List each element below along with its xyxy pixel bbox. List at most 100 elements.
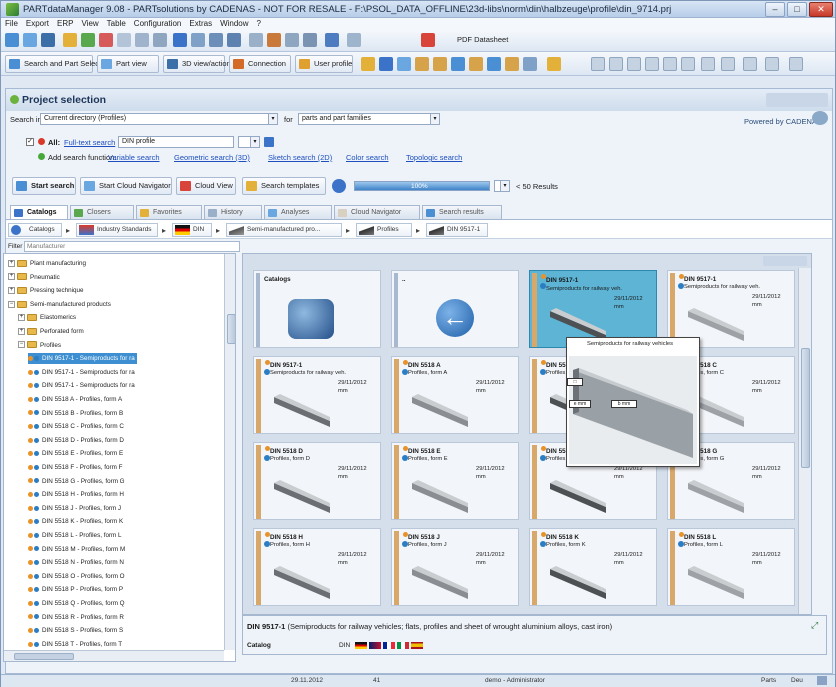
part-card[interactable]: DIN 5518 L Profiles, form L 29/11/2012 mm: [667, 528, 795, 606]
part-card[interactable]: DIN 5518 H Profiles, form H 29/11/2012 mm: [253, 528, 381, 606]
part-card[interactable]: DIN 5518 E Profiles, form E 29/11/2012 mm: [391, 442, 519, 520]
geometric-search-link[interactable]: Geometric search (3D): [174, 153, 250, 162]
menu-configuration[interactable]: Configuration: [130, 18, 186, 29]
tree-part-item[interactable]: DIN 5518 H - Profiles, form H: [28, 489, 124, 500]
tree-part-item[interactable]: DIN 5518 O - Profiles, form O: [28, 571, 125, 582]
crumb-semi-manufactured[interactable]: Semi-manufactured pro...: [226, 223, 342, 237]
window-icon[interactable]: [191, 33, 205, 47]
tab-catalogs[interactable]: Catalogs: [10, 205, 68, 219]
pdf-datasheet-button[interactable]: PDF Datasheet: [439, 32, 529, 50]
tab-search-results[interactable]: Search results: [422, 205, 502, 219]
view-a-icon[interactable]: [591, 57, 605, 71]
menu-help[interactable]: ?: [253, 18, 265, 29]
tree-folder-item[interactable]: − Semi-manufactured products: [8, 299, 111, 310]
view-j-icon[interactable]: [765, 57, 779, 71]
view-k-icon[interactable]: [789, 57, 803, 71]
view-i-icon[interactable]: [743, 57, 757, 71]
crumb-profiles[interactable]: Profiles: [356, 223, 412, 237]
tab-analyses[interactable]: Analyses: [264, 205, 332, 219]
menu-table[interactable]: Table: [103, 18, 130, 29]
panel-controls[interactable]: [766, 93, 828, 107]
expand-toggle-icon[interactable]: +: [8, 259, 15, 267]
results-dropdown[interactable]: ▾: [494, 180, 510, 192]
tool-b-icon[interactable]: [379, 57, 393, 71]
start-search-button[interactable]: Start search: [12, 177, 76, 195]
tree-part-item[interactable]: DIN 5518 Q - Profiles, form Q: [28, 598, 125, 609]
part-card[interactable]: DIN 5518 A Profiles, form A 29/11/2012 mm: [391, 356, 519, 434]
topologic-search-link[interactable]: Topologic search: [406, 153, 462, 162]
tab-closers[interactable]: Closers: [70, 205, 134, 219]
menu-window[interactable]: Window: [216, 18, 252, 29]
search-selection-button[interactable]: Search and Part Selection: [5, 55, 111, 73]
tree-part-item[interactable]: DIN 5518 E - Profiles, form E: [28, 448, 123, 459]
expand-toggle-icon[interactable]: +: [18, 314, 25, 322]
view-d-icon[interactable]: [645, 57, 659, 71]
fulltext-search-input[interactable]: DIN profile: [118, 136, 234, 148]
tree-part-item[interactable]: DIN 5518 K - Profiles, form K: [28, 516, 123, 527]
tree-part-item[interactable]: DIN 5518 R - Profiles, form R: [28, 612, 124, 623]
grid-icon[interactable]: [285, 33, 299, 47]
new-icon[interactable]: [5, 33, 19, 47]
panel-icon[interactable]: [209, 33, 223, 47]
refresh-icon[interactable]: [81, 33, 95, 47]
variable-search-link[interactable]: Variable search: [108, 153, 160, 162]
tree-part-item[interactable]: DIN 5518 L - Profiles, form L: [28, 530, 122, 541]
tree-folder-item[interactable]: + Elastomerics: [18, 312, 76, 323]
tree-hscrollbar[interactable]: [4, 650, 224, 661]
connection-button[interactable]: Connection: [229, 55, 291, 73]
tree-part-item[interactable]: DIN 5518 T - Profiles, form T: [28, 639, 122, 650]
tab-history[interactable]: History: [204, 205, 262, 219]
tree-part-item[interactable]: DIN 9517-1 - Semiproducts for ra: [28, 367, 135, 378]
view-e-icon[interactable]: [663, 57, 677, 71]
tree-folder-item[interactable]: + Pneumatic: [8, 272, 60, 283]
paste-icon[interactable]: [153, 33, 167, 47]
tool-e-icon[interactable]: [433, 57, 447, 71]
part-card[interactable]: DIN 5518 K Profiles, form K 29/11/2012 mm: [529, 528, 657, 606]
cut-icon[interactable]: [135, 33, 149, 47]
measure-icon[interactable]: [267, 33, 281, 47]
part-card[interactable]: DIN 9517-1 Semiproducts for railway veh. 2…: [253, 356, 381, 434]
expand-toggle-icon[interactable]: −: [18, 341, 25, 349]
tree-folder-item[interactable]: + Perforated form: [18, 326, 84, 337]
open-icon[interactable]: [63, 33, 77, 47]
crumb-din-9517-1[interactable]: DIN 9517-1: [426, 223, 488, 237]
tree-part-item[interactable]: DIN 5518 P - Profiles, form P: [28, 584, 123, 595]
part-view-button[interactable]: Part view: [97, 55, 159, 73]
tool-a-icon[interactable]: [361, 57, 375, 71]
crumb-industry-standards[interactable]: Industry Standards: [76, 223, 158, 237]
tree-scrollbar[interactable]: [224, 254, 235, 650]
expand-toggle-icon[interactable]: +: [8, 287, 15, 295]
tree-part-item[interactable]: DIN 5518 D - Profiles, form D: [28, 435, 124, 446]
part-card[interactable]: DIN 5518 J Profiles, form J 29/11/2012 mm: [391, 528, 519, 606]
tree-part-item[interactable]: DIN 5518 B - Profiles, form B: [28, 408, 123, 419]
settings-icon[interactable]: [99, 33, 113, 47]
maximize-button[interactable]: □: [787, 2, 807, 17]
expand-toggle-icon[interactable]: −: [8, 300, 15, 308]
tool-i-icon[interactable]: [505, 57, 519, 71]
search-in-select[interactable]: Current directory (Profiles) ▾: [40, 113, 278, 125]
user-profile-button[interactable]: User profile: [295, 55, 353, 73]
tool-j-icon[interactable]: [523, 57, 537, 71]
tree-part-item[interactable]: DIN 5518 C - Profiles, form C: [28, 421, 124, 432]
table-icon[interactable]: [23, 33, 37, 47]
expand-toggle-icon[interactable]: +: [18, 327, 25, 335]
crumb-din[interactable]: DIN: [172, 223, 212, 237]
grid-scrollbar[interactable]: [798, 268, 811, 614]
tool-h-icon[interactable]: [487, 57, 501, 71]
tab-cloud-navigator[interactable]: Cloud Navigator: [334, 205, 420, 219]
crumb-catalogs[interactable]: Catalogs: [8, 223, 62, 237]
split-icon[interactable]: [227, 33, 241, 47]
view-h-icon[interactable]: [721, 57, 735, 71]
transfer-icon[interactable]: [347, 33, 361, 47]
back-card[interactable]: .. ←: [391, 270, 519, 348]
view-f-icon[interactable]: [681, 57, 695, 71]
start-cloud-navigator-button[interactable]: Start Cloud Navigator: [80, 177, 172, 195]
minimize-button[interactable]: –: [765, 2, 785, 17]
grid-view-controls[interactable]: [763, 256, 807, 266]
menu-export[interactable]: Export: [22, 18, 53, 29]
remove-icon[interactable]: [38, 138, 45, 145]
menu-file[interactable]: File: [1, 18, 22, 29]
tree-folder-item[interactable]: − Profiles: [18, 340, 61, 351]
fulltext-options-select[interactable]: ▾: [238, 136, 260, 148]
view-g-icon[interactable]: [701, 57, 715, 71]
